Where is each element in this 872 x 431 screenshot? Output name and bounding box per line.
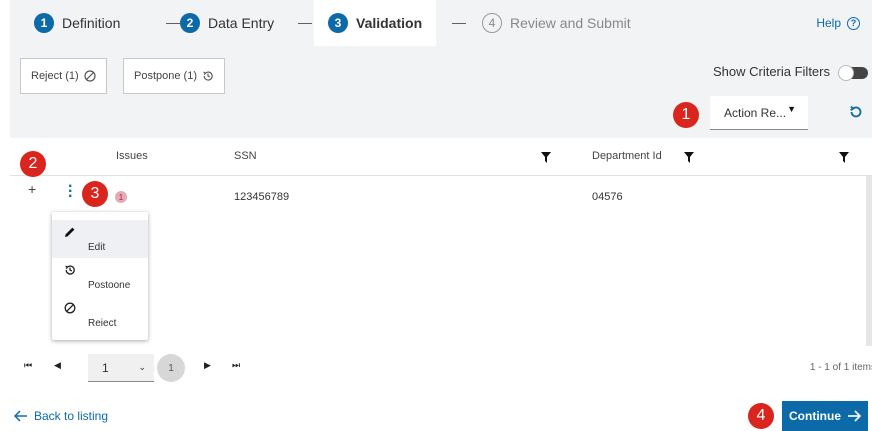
step-number: 2 [180,13,200,33]
arrow-left-icon [14,410,27,422]
continue-button[interactable]: Continue [782,401,868,431]
vertical-scrollbar[interactable] [866,176,872,346]
pencil-icon [65,227,75,237]
column-header-issues[interactable]: Issues [116,150,148,162]
filter-icon[interactable] [839,152,849,163]
page-number-button[interactable]: 1 [157,354,185,382]
callout-marker-1: 1 [673,102,699,128]
toggle-knob [838,65,854,81]
menu-item-label: Reiect [88,318,117,329]
caret-down-icon: ▼ [787,104,796,114]
step-validation[interactable]: 3 Validation [314,0,437,46]
menu-item-label: Edit [88,242,106,253]
criteria-filter-label: Show Criteria Filters [712,64,830,79]
arrow-right-icon [848,410,861,422]
history-icon [203,71,213,81]
menu-item-label: Postoone [88,280,131,291]
refresh-icon[interactable] [848,104,864,120]
reject-label: Reject (1) [31,70,79,82]
grid-header: Issues SSN Department Id [10,138,872,176]
previous-page-icon[interactable]: ◀ [54,360,61,371]
page-select[interactable]: 1 ⌄ [88,354,154,382]
continue-label: Continue [789,409,841,423]
step-data-entry[interactable]: 2 Data Entry [180,0,274,46]
filter-icon[interactable] [541,152,551,163]
history-icon [65,265,75,275]
back-to-listing-label: Back to listing [34,409,109,423]
issues-count-badge: 1 [115,191,127,203]
reject-button[interactable]: Reject (1) [20,58,107,94]
step-number: 3 [328,13,348,33]
wizard-stepper: 1 Definition — 2 Data Entry — 3 Validati… [10,0,872,46]
department-id-cell: 04576 [592,191,623,203]
item-count: 1 - 1 of 1 items [809,362,872,373]
postpone-label: Postpone (1) [134,70,197,82]
callout-marker-2: 2 [20,151,46,177]
block-icon [64,302,76,314]
step-definition[interactable]: 1 Definition [34,0,120,46]
table-row[interactable]: + · · · 1 123456789 04576 [10,176,872,216]
step-review-submit[interactable]: 4 Review and Submit [482,0,631,46]
step-separator: — [298,14,312,30]
step-label: Validation [356,15,423,31]
menu-item-edit[interactable]: Edit [52,220,148,258]
toolbar: Reject (1) Postpone (1) Show Criteria Fi… [10,46,872,138]
step-number: 1 [34,13,54,33]
ssn-cell: 123456789 [234,191,290,203]
last-page-icon[interactable]: ⏭ [232,360,240,371]
step-separator: — [452,14,466,30]
menu-item-postpone[interactable]: Postoone [52,258,148,296]
step-number: 4 [482,13,502,33]
filter-icon[interactable] [684,152,694,163]
step-label: Data Entry [208,15,275,31]
menu-item-reject[interactable]: Reiect [52,296,148,334]
expand-row-button[interactable]: + [28,181,36,197]
row-context-menu: Edit Postoone Reiect [52,212,148,340]
next-page-icon[interactable]: ▶ [204,360,211,371]
step-label: Definition [62,15,121,31]
chevron-down-icon: ⌄ [138,362,146,372]
pager: ⏮ ◀ 1 ⌄ 1 ▶ ⏭ 1 - 1 of 1 items [10,354,872,382]
action-dropdown-value: Action Re... [724,105,787,120]
row-actions-kebab-icon[interactable]: · · · [68,179,73,205]
page-select-value: 1 [102,360,109,375]
help-link[interactable]: Help ? [816,0,860,46]
column-header-ssn[interactable]: SSN [234,150,257,162]
block-icon [84,70,96,82]
help-icon: ? [847,16,860,30]
step-separator: — [166,14,180,30]
action-dropdown[interactable]: Action Re... ▼ [710,96,808,130]
step-label: Review and Submit [510,15,631,31]
callout-marker-3: 3 [82,181,108,207]
back-to-listing-link[interactable]: Back to listing [14,409,108,423]
first-page-icon[interactable]: ⏮ [24,360,32,371]
criteria-filter-toggle[interactable] [838,65,868,81]
postpone-button[interactable]: Postpone (1) [123,58,225,94]
column-header-department-id[interactable]: Department Id [592,150,662,162]
help-label: Help [816,16,841,30]
callout-marker-4: 4 [748,403,774,429]
